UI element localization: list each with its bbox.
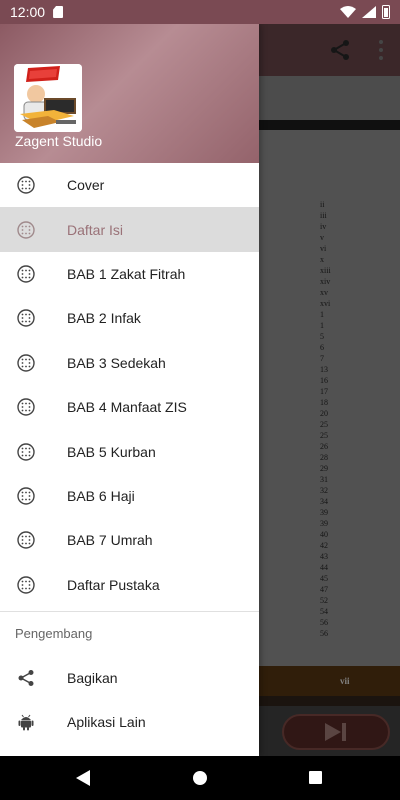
menu-item-chapter[interactable]: Cover [0,163,259,207]
menu-item-chapter[interactable]: BAB 1 Zakat Fitrah [0,252,259,296]
menu-item-label: Daftar Pustaka [67,576,160,593]
menu-item-label: BAB 5 Kurban [67,443,156,460]
menu-item-label: BAB 1 Zakat Fitrah [67,265,186,282]
menu-item-label: Cover [67,177,105,194]
menu-item-label: Aplikasi Lain [67,714,146,731]
sd-card-icon [53,6,64,18]
menu-item-chapter[interactable]: BAB 3 Sedekah [0,341,259,385]
menu-item-chapter[interactable]: BAB 4 Manfaat ZIS [0,385,259,429]
menu-item-chapter[interactable]: Daftar Pustaka [0,563,259,607]
menu-item-share[interactable]: Bagikan [0,656,259,700]
app-logo [14,64,82,132]
drawer-header: Zagent Studio [0,24,259,163]
chapter-menu: Cover Daftar Isi BAB 1 Zakat Fitrah BAB 2 I… [0,163,259,607]
dots-grid-icon [17,487,35,505]
menu-item-chapter[interactable]: BAB 7 Umrah [0,518,259,562]
menu-item-other-apps[interactable]: Aplikasi Lain [0,700,259,744]
dots-grid-icon [17,442,35,461]
dots-grid-icon [17,354,35,372]
menu-item-label: Bagikan [67,670,118,687]
dots-grid-icon [17,309,35,328]
menu-item-chapter[interactable]: BAB 5 Kurban [0,429,259,473]
menu-item-chapter[interactable]: BAB 2 Infak [0,296,259,340]
menu-item-chapter[interactable]: BAB 6 Haji [0,474,259,518]
menu-item-label: BAB 2 Infak [67,310,141,327]
dots-grid-icon [17,576,35,594]
menu-item-label: Daftar Isi [67,221,124,238]
android-icon [18,715,34,731]
wifi-icon [340,6,356,18]
battery-icon [382,5,390,19]
drawer-scrim[interactable] [259,24,400,756]
dots-grid-icon [17,176,35,194]
menu-item-label: BAB 3 Sedekah [67,354,166,371]
dots-grid-icon [17,398,35,416]
menu-item-label: BAB 6 Haji [67,487,135,504]
back-icon[interactable] [76,770,90,786]
drawer-header-title: Zagent Studio [15,133,103,149]
status-bar: 12:00 [0,0,400,24]
dots-grid-icon [17,265,35,283]
developer-menu: Bagikan Aplikasi Lain [0,656,259,745]
navigation-drawer: Zagent Studio Cover Daftar Isi BAB 1 Zakat… [0,24,259,756]
share-icon [18,670,34,687]
signal-icon [362,6,376,18]
status-icons [340,5,390,19]
dots-grid-icon [17,220,35,239]
system-navigation-bar [0,756,400,800]
menu-item-label: BAB 4 Manfaat ZIS [67,399,187,416]
dots-grid-icon [17,531,35,550]
section-title-pengembang: Pengembang [15,626,93,642]
menu-item-chapter[interactable]: Daftar Isi [0,207,259,252]
menu-item-label: BAB 7 Umrah [67,532,153,549]
home-icon[interactable] [193,771,207,785]
recent-apps-icon[interactable] [309,771,322,784]
status-time: 12:00 [10,4,46,20]
